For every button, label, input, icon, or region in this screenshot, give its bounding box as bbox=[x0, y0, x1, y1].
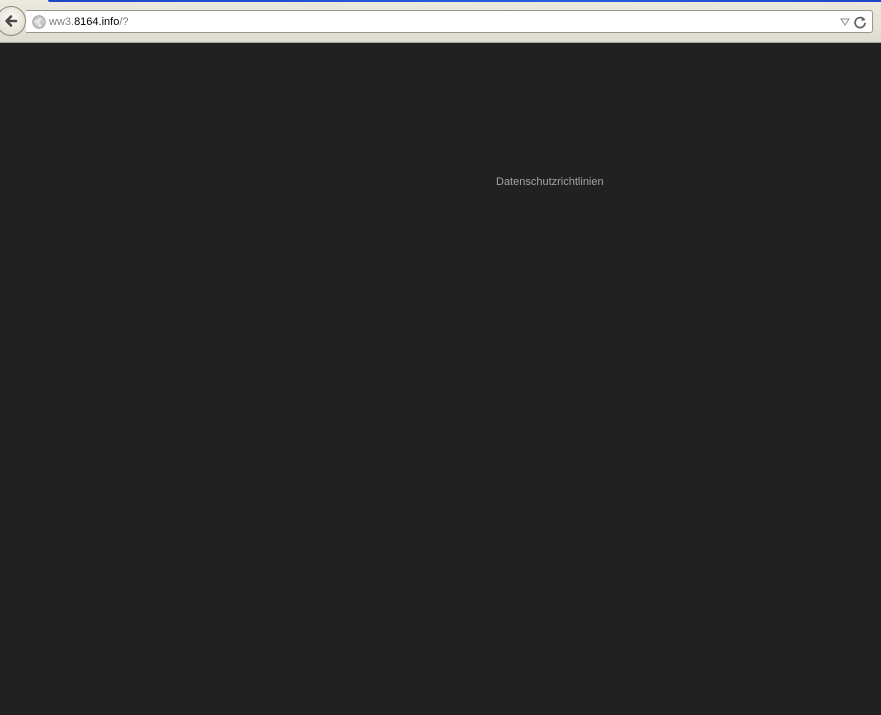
privacy-policy-link[interactable]: Datenschutzrichtlinien bbox=[496, 176, 604, 188]
active-tab-edge[interactable] bbox=[48, 0, 881, 2]
url-host: 8164.info bbox=[74, 16, 120, 28]
back-arrow-icon bbox=[5, 15, 18, 27]
url-text[interactable]: ww3.8164.info/? bbox=[49, 15, 129, 29]
tab-strip bbox=[0, 0, 881, 3]
address-bar[interactable]: ww3.8164.info/? bbox=[26, 10, 873, 33]
back-button[interactable] bbox=[0, 6, 26, 36]
url-suffix: /? bbox=[119, 16, 129, 28]
url-prefix: ww3. bbox=[49, 16, 75, 28]
dropdown-arrow-icon[interactable] bbox=[840, 17, 850, 27]
globe-icon[interactable] bbox=[32, 15, 46, 29]
page-content: Datenschutzrichtlinien bbox=[0, 43, 881, 715]
browser-toolbar: ww3.8164.info/? bbox=[0, 0, 881, 43]
reload-icon[interactable] bbox=[853, 15, 867, 29]
